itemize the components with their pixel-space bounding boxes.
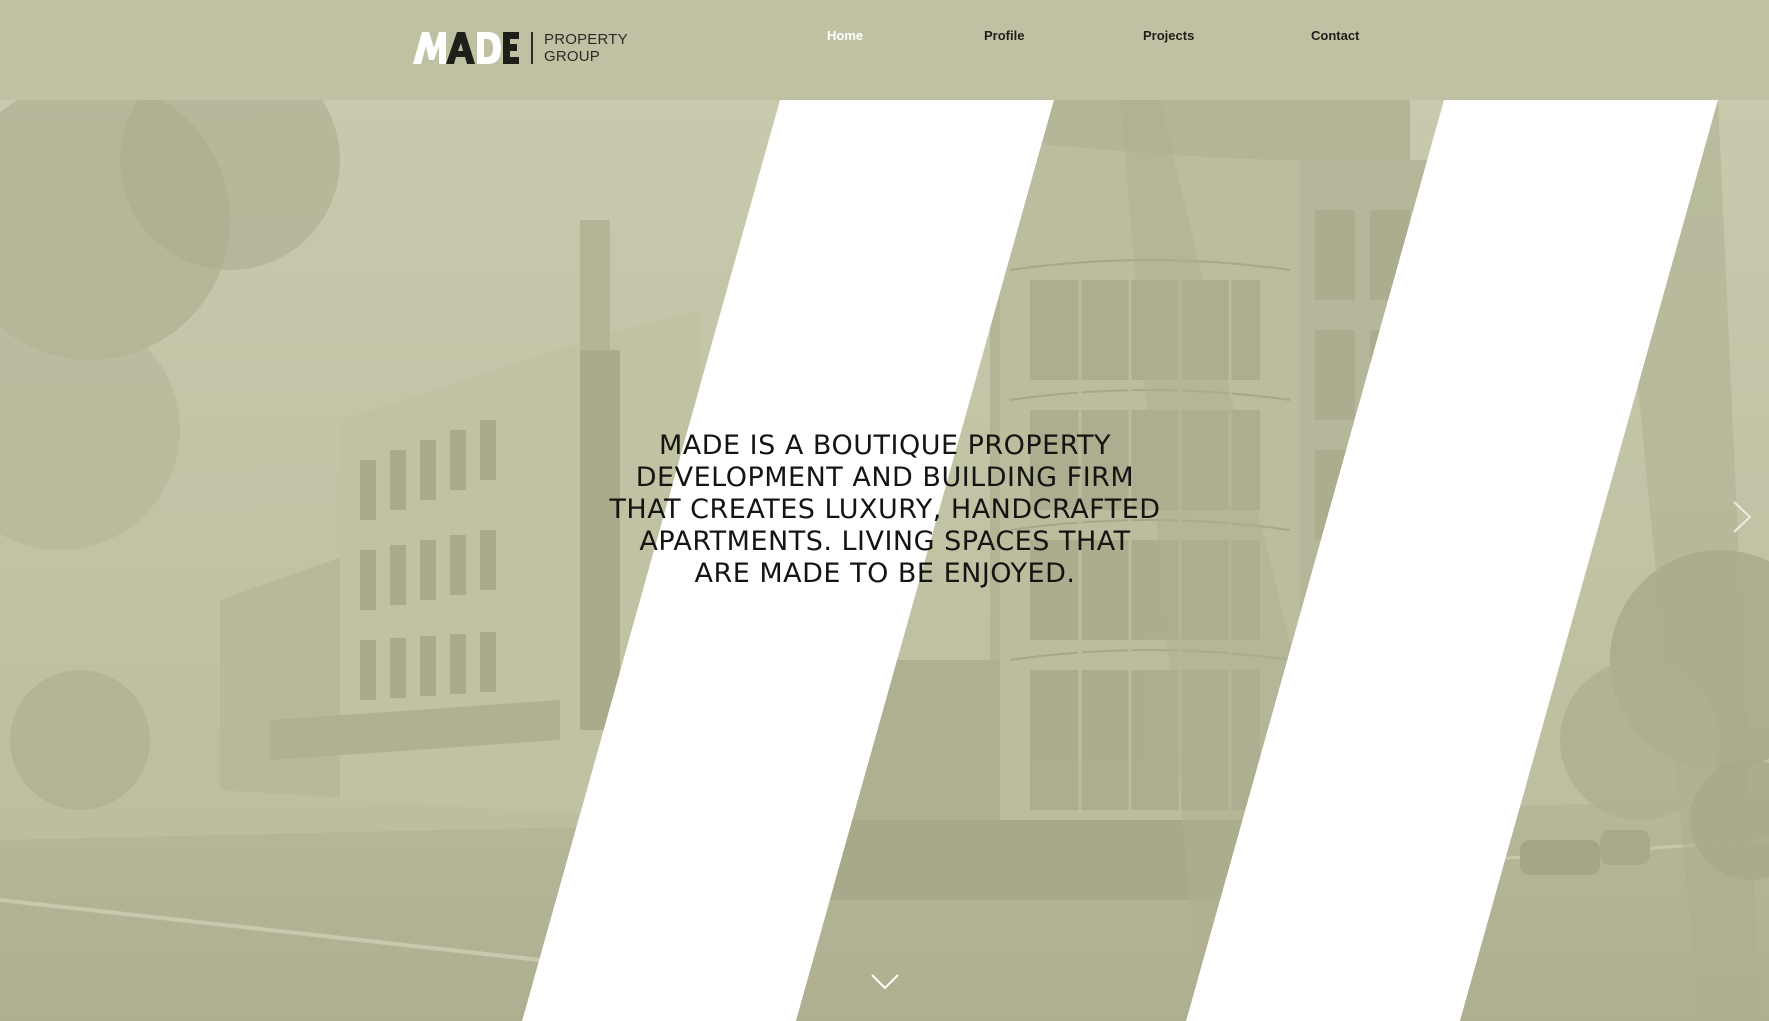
chevron-down-icon xyxy=(871,974,899,990)
nav-profile[interactable]: Profile xyxy=(984,28,1024,43)
hero-headline: MADE IS A BOUTIQUE PROPERTY DEVELOPMENT … xyxy=(560,430,1210,590)
logo-subtitle-line1: PROPERTY xyxy=(544,31,628,48)
nav-projects[interactable]: Projects xyxy=(1143,28,1194,43)
logo-mark: MADE xyxy=(413,32,519,64)
scroll-down-button[interactable] xyxy=(870,972,900,992)
slider-next-button[interactable] xyxy=(1730,500,1754,534)
nav-contact[interactable]: Contact xyxy=(1311,28,1359,43)
logo-divider xyxy=(531,32,533,64)
made-logo-icon xyxy=(413,32,519,64)
page: MADE PROPERTY GROUP Home Profile Project… xyxy=(0,0,1769,1021)
hero-headline-line: APARTMENTS. LIVING SPACES THAT xyxy=(639,526,1131,557)
logo-subtitle: PROPERTY GROUP xyxy=(544,31,628,65)
brand-logo[interactable]: MADE PROPERTY GROUP xyxy=(413,30,628,66)
hero-headline-line: MADE IS A BOUTIQUE PROPERTY xyxy=(658,430,1112,461)
chevron-right-icon xyxy=(1733,501,1752,533)
hero-headline-line: ARE MADE TO BE ENJOYED. xyxy=(694,558,1076,589)
hero-headline-line: THAT CREATES LUXURY, HANDCRAFTED xyxy=(609,494,1161,525)
site-header: MADE PROPERTY GROUP Home Profile Project… xyxy=(0,0,1769,100)
hero-headline-line: DEVELOPMENT AND BUILDING FIRM xyxy=(635,462,1135,493)
nav-home[interactable]: Home xyxy=(827,28,863,43)
logo-subtitle-line2: GROUP xyxy=(544,48,601,65)
hero-slider: MADE IS A BOUTIQUE PROPERTY DEVELOPMENT … xyxy=(0,100,1769,1021)
